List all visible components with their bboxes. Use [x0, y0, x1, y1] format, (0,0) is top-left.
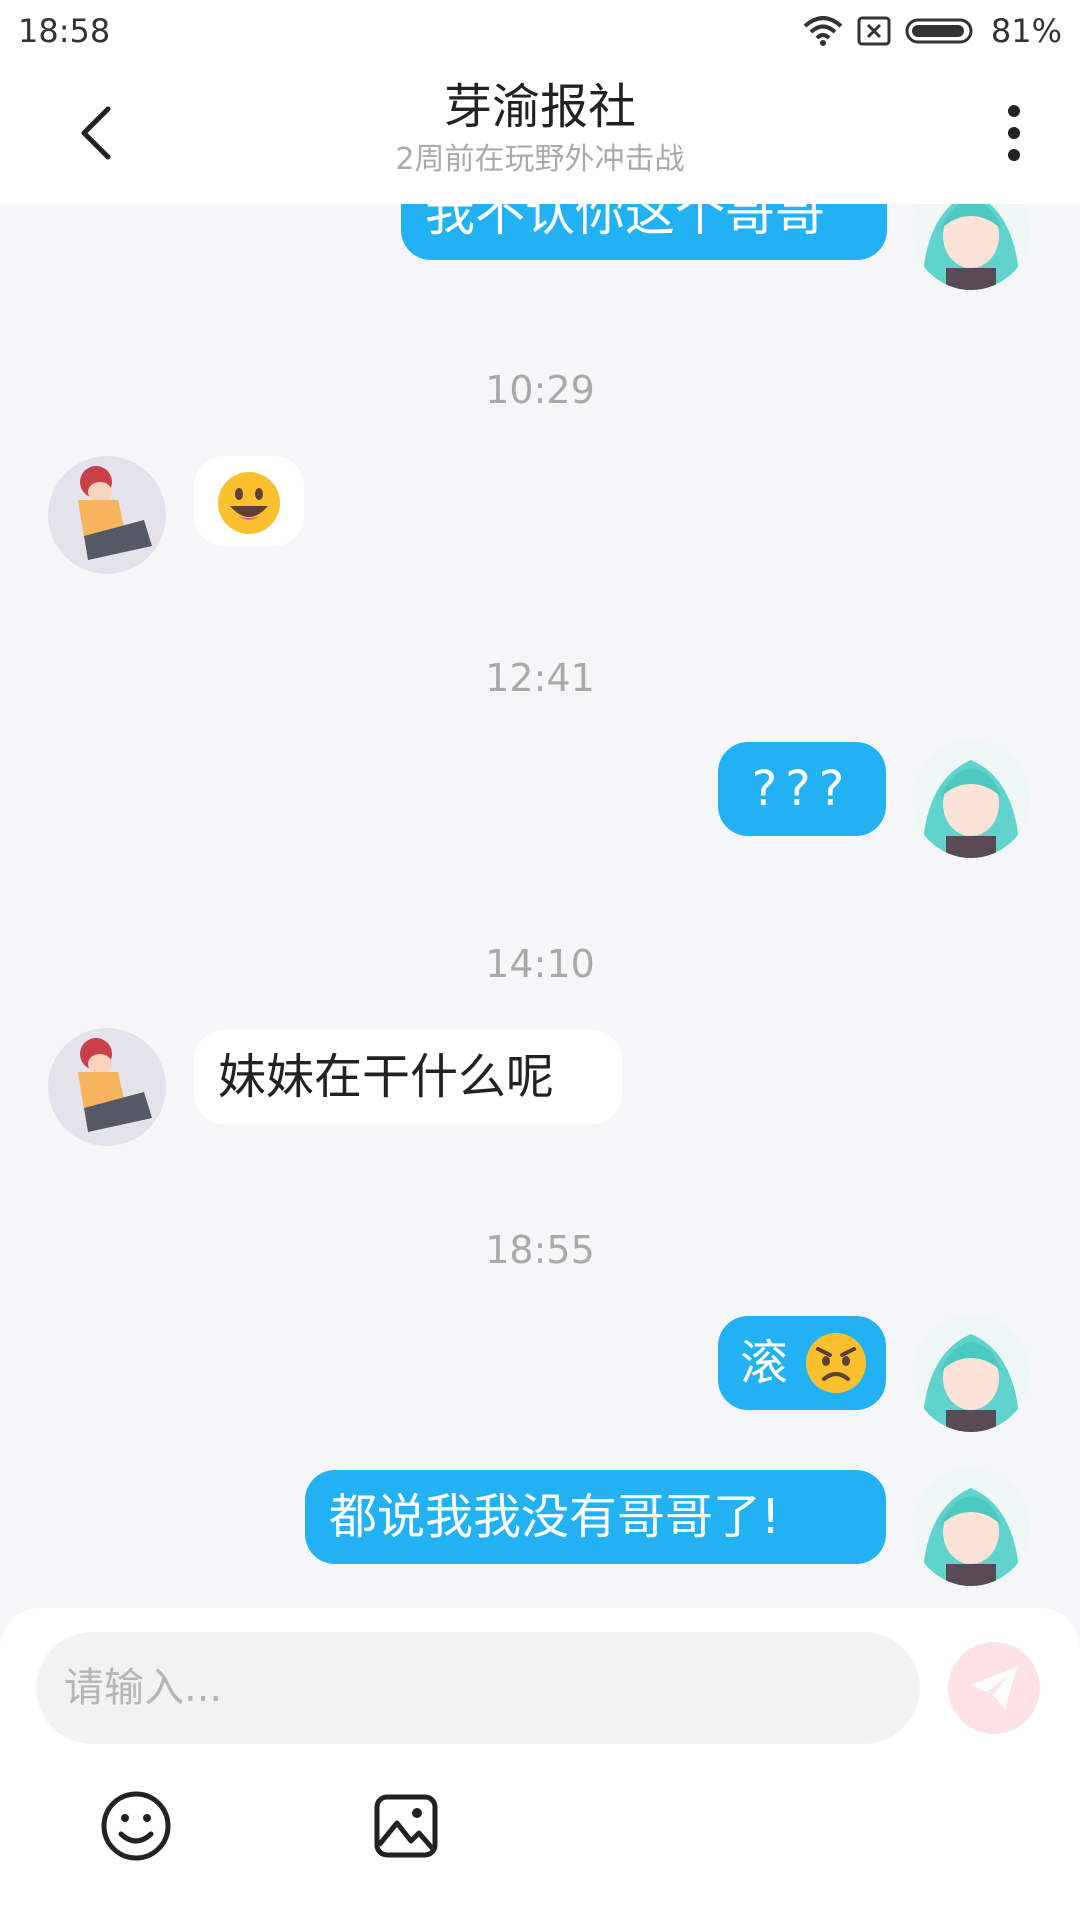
outgoing-message[interactable]: ??? — [718, 742, 886, 836]
chat-header: 芽渝报社 2周前在玩野外冲击战 — [0, 62, 1080, 204]
timestamp: 10:29 — [485, 368, 595, 412]
send-button[interactable] — [948, 1642, 1040, 1734]
more-button[interactable] — [984, 98, 1044, 168]
image-icon — [374, 1794, 438, 1858]
status-icons: 81% — [803, 12, 1062, 50]
timestamp: 12:41 — [485, 656, 595, 700]
more-icon — [1008, 105, 1020, 161]
emoji-button[interactable] — [96, 1786, 176, 1866]
timestamp: 18:55 — [485, 1228, 595, 1272]
status-time: 18:58 — [18, 12, 111, 50]
sim-x-icon — [857, 16, 891, 46]
my-avatar[interactable] — [912, 1314, 1030, 1432]
send-icon — [971, 1667, 1017, 1709]
message-input[interactable] — [36, 1632, 920, 1744]
chat-message-list[interactable]: 我不认你这个哥哥 10:29 12:41 ??? 14:10 妹妹在干什么呢 1… — [0, 204, 1080, 1608]
composer — [0, 1608, 1080, 1920]
message-text: ??? — [751, 761, 853, 817]
incoming-message[interactable]: 妹妹在干什么呢 — [194, 1030, 622, 1124]
grinning-face-emoji — [218, 472, 280, 534]
contact-avatar[interactable] — [48, 1028, 166, 1146]
outgoing-message[interactable]: 都说我我没有哥哥了! — [305, 1470, 886, 1564]
my-avatar[interactable] — [912, 204, 1030, 290]
contact-avatar[interactable] — [48, 456, 166, 574]
emoji-icon — [101, 1791, 171, 1861]
title-block: 芽渝报社 2周前在玩野外冲击战 — [0, 76, 1080, 180]
image-button[interactable] — [366, 1786, 446, 1866]
timestamp: 14:10 — [485, 942, 595, 986]
message-text: 都说我我没有哥哥了! — [329, 1489, 781, 1545]
my-avatar[interactable] — [912, 740, 1030, 858]
outgoing-message[interactable]: 滚 — [718, 1316, 886, 1410]
battery-percent: 81% — [990, 12, 1062, 50]
my-avatar[interactable] — [912, 1468, 1030, 1586]
battery-icon — [905, 16, 977, 46]
wifi-icon — [803, 16, 843, 46]
incoming-message[interactable] — [194, 456, 304, 546]
status-bar: 18:58 81% — [0, 0, 1080, 62]
chat-subtitle: 2周前在玩野外冲击战 — [395, 142, 685, 177]
angry-face-emoji — [806, 1333, 866, 1393]
message-text: 妹妹在干什么呢 — [218, 1049, 555, 1105]
outgoing-message[interactable]: 我不认你这个哥哥 — [401, 204, 887, 260]
message-text: 滚 — [740, 1335, 789, 1391]
message-text: 我不认你这个哥哥 — [425, 204, 825, 242]
chat-title: 芽渝报社 — [443, 79, 636, 135]
